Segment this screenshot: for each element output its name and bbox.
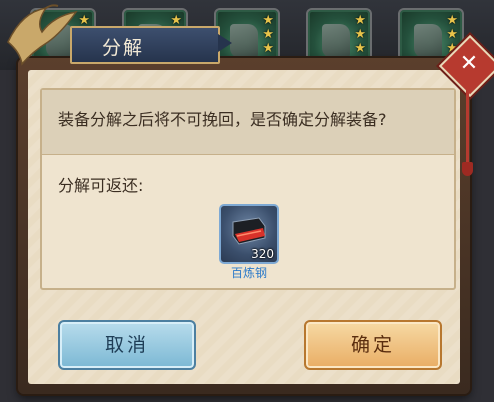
tassel-decoration — [462, 90, 473, 176]
dialog-title: 分解 — [102, 37, 145, 59]
equipment-icon — [230, 24, 258, 58]
confirm-message: 装备分解之后将不可挽回，是否确定分解装备? — [58, 110, 387, 129]
confirm-button[interactable]: 确定 — [304, 320, 442, 370]
dialog-title-banner: 分解 — [70, 26, 232, 64]
steel-ingot-icon — [232, 217, 266, 245]
item-count: 320 — [251, 247, 274, 261]
cancel-button[interactable]: 取消 — [58, 320, 196, 370]
close-icon[interactable]: ✕ — [456, 51, 482, 77]
message-row: 装备分解之后将不可挽回，是否确定分解装备? — [42, 90, 454, 155]
equipment-icon — [414, 24, 442, 58]
item-name: 百炼钢 — [230, 266, 267, 280]
equipment-icon — [322, 24, 350, 58]
return-label: 分解可返还: — [58, 176, 144, 195]
reward-item-slot[interactable]: 320 — [219, 204, 279, 264]
star-rating: ★ ★ ★ — [262, 13, 274, 56]
star-rating: ★ ★ ★ — [354, 13, 366, 56]
